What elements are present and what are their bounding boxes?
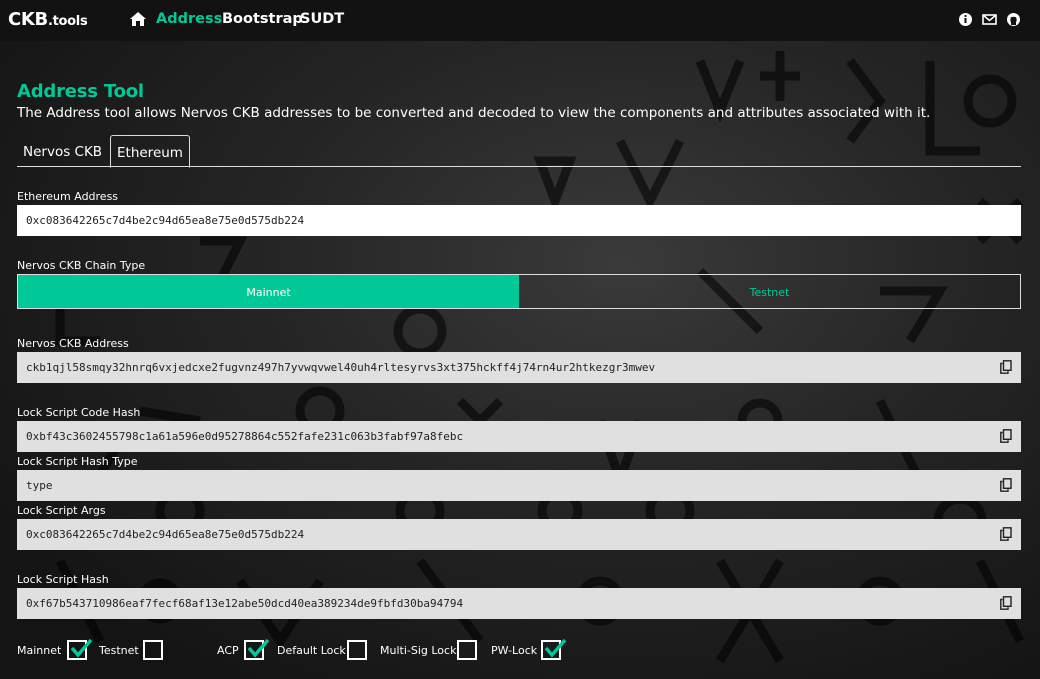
checkmark-icon — [544, 638, 567, 658]
script-hash-output: 0xf67b543710986eaf7fecf68af13e12abe50dcd… — [17, 588, 1021, 619]
chain-testnet-button[interactable]: Testnet — [519, 275, 1020, 308]
code-hash-output: 0xbf43c3602455798c1a61a596e0d95278864c55… — [17, 421, 1021, 452]
tab-bar: Nervos CKB Ethereum — [17, 135, 1021, 168]
envelope-icon[interactable] — [982, 12, 997, 27]
checkbox-label-testnet: Testnet — [99, 644, 139, 657]
code-hash-value: 0xbf43c3602455798c1a61a596e0d95278864c55… — [26, 430, 464, 443]
copy-icon[interactable] — [1000, 478, 1012, 492]
nav-sudt[interactable]: SUDT — [300, 11, 344, 27]
top-navbar: CKB.tools Address Bootstrap SUDT — [0, 0, 1040, 41]
args-output: 0xc083642265c7d4be2c94d65ea8e75e0d575db2… — [17, 519, 1021, 550]
chain-type-toggle: Mainnet Testnet — [17, 274, 1021, 309]
nav-address[interactable]: Address — [156, 11, 222, 27]
code-hash-label: Lock Script Code Hash — [17, 406, 141, 419]
ckb-address-output: ckb1qjl58smqy32hnrq6vxjedcxe2fugvnz497h7… — [17, 352, 1021, 383]
copy-icon[interactable] — [1000, 360, 1012, 374]
chain-type-label: Nervos CKB Chain Type — [17, 259, 146, 272]
checkbox-label-default-lock: Default Lock — [277, 644, 346, 657]
hash-type-value: type — [26, 479, 53, 492]
copy-icon[interactable] — [1000, 527, 1012, 541]
checkbox-pw-lock[interactable] — [541, 638, 567, 660]
checkbox-multi-sig-lock[interactable] — [457, 640, 477, 660]
checkmark-icon — [70, 638, 93, 658]
script-hash-value: 0xf67b543710986eaf7fecf68af13e12abe50dcd… — [26, 597, 464, 610]
copy-icon[interactable] — [1000, 596, 1012, 610]
home-icon[interactable] — [129, 11, 147, 27]
github-icon[interactable] — [1006, 12, 1021, 27]
hash-type-output: type — [17, 470, 1021, 501]
args-label: Lock Script Args — [17, 504, 106, 517]
eth-address-label: Ethereum Address — [17, 190, 119, 203]
checkbox-testnet[interactable] — [143, 640, 163, 660]
checkbox-mainnet[interactable] — [67, 638, 93, 660]
page-title: Address Tool — [17, 81, 144, 102]
tab-nervos-ckb[interactable]: Nervos CKB — [17, 135, 108, 167]
info-icon[interactable] — [958, 12, 973, 27]
checkbox-default-lock[interactable] — [347, 640, 367, 660]
checkmark-icon — [247, 638, 270, 658]
checkbox-label-pw-lock: PW-Lock — [491, 644, 538, 657]
args-value: 0xc083642265c7d4be2c94d65ea8e75e0d575db2… — [26, 528, 305, 541]
brand-logo[interactable]: CKB.tools — [8, 9, 88, 30]
script-hash-label: Lock Script Hash — [17, 573, 109, 586]
ckb-address-value: ckb1qjl58smqy32hnrq6vxjedcxe2fugvnz497h7… — [26, 361, 656, 374]
copy-icon[interactable] — [1000, 429, 1012, 443]
checkbox-label-acp: ACP — [217, 644, 239, 657]
checkbox-label-mainnet: Mainnet — [17, 644, 62, 657]
eth-address-input[interactable]: 0xc083642265c7d4be2c94d65ea8e75e0d575db2… — [17, 205, 1021, 236]
page-description: The Address tool allows Nervos CKB addre… — [17, 105, 931, 121]
ckb-address-label: Nervos CKB Address — [17, 337, 129, 350]
checkbox-label-multi-sig-lock: Multi-Sig Lock — [380, 644, 457, 657]
nav-bootstrap[interactable]: Bootstrap — [222, 11, 303, 27]
checkbox-acp[interactable] — [244, 638, 270, 660]
tab-ethereum[interactable]: Ethereum — [110, 135, 190, 168]
hash-type-label: Lock Script Hash Type — [17, 455, 138, 468]
chain-mainnet-button[interactable]: Mainnet — [18, 275, 519, 308]
